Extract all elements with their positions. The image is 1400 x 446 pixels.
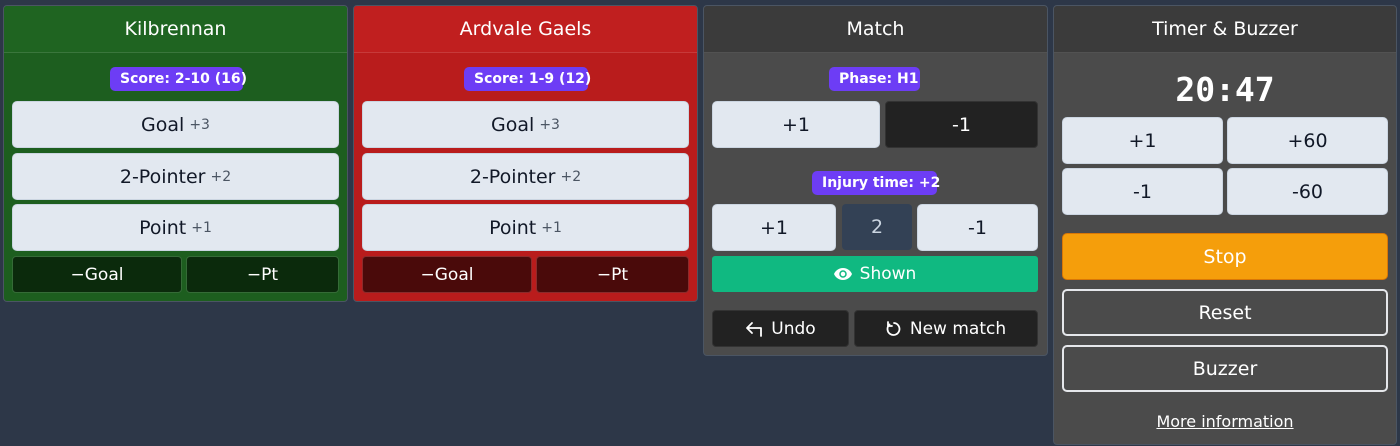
team-name: Ardvale Gaels xyxy=(354,6,697,53)
clock-display: 20:47 xyxy=(1175,70,1275,109)
two-pointer-points: +2 xyxy=(560,168,582,185)
eye-icon xyxy=(833,268,852,280)
panel-title: Match xyxy=(704,6,1047,53)
two-pointer-label: 2-Pointer xyxy=(469,165,556,188)
stop-button[interactable]: Stop xyxy=(1062,233,1388,280)
point-label: Point xyxy=(489,216,537,239)
team-panel-ardvale-gaels: Ardvale Gaels Score: 1-9 (12) Goal +3 2-P… xyxy=(353,5,698,302)
goal-label: Goal xyxy=(141,113,185,136)
team-name: Kilbrennan xyxy=(4,6,347,53)
goal-label: Goal xyxy=(491,113,535,136)
new-match-button[interactable]: New match xyxy=(854,310,1038,347)
timer-minus-1-button[interactable]: -1 xyxy=(1062,168,1223,215)
buzzer-button[interactable]: Buzzer xyxy=(1062,345,1388,392)
minus-goal-button[interactable]: −Goal xyxy=(12,256,182,293)
phase-badge: Phase: H1 xyxy=(829,67,920,91)
undo-label: Undo xyxy=(771,318,816,339)
reset-button[interactable]: Reset xyxy=(1062,289,1388,336)
point-label: Point xyxy=(139,216,187,239)
goal-points: +3 xyxy=(189,116,210,133)
timer-plus-60-button[interactable]: +60 xyxy=(1227,117,1388,164)
two-pointer-label: 2-Pointer xyxy=(119,165,206,188)
undo-arrow-icon xyxy=(746,321,763,337)
timer-panel: Timer & Buzzer 20:47 +1 +60 -1 -60 Stop … xyxy=(1053,5,1397,445)
minus-goal-button[interactable]: −Goal xyxy=(362,256,532,293)
shown-label: Shown xyxy=(859,264,917,284)
injury-minus-button[interactable]: -1 xyxy=(917,204,1038,251)
injury-time-value: 2 xyxy=(842,204,912,250)
minus-point-button[interactable]: −Pt xyxy=(536,256,689,293)
panel-title: Timer & Buzzer xyxy=(1054,6,1396,53)
shown-toggle-button[interactable]: Shown xyxy=(712,256,1038,292)
minus-point-button[interactable]: −Pt xyxy=(186,256,339,293)
undo-button[interactable]: Undo xyxy=(712,310,849,347)
point-points: +1 xyxy=(541,219,562,236)
timer-minus-60-button[interactable]: -60 xyxy=(1227,168,1388,215)
timer-plus-1-button[interactable]: +1 xyxy=(1062,117,1223,164)
more-information-link[interactable]: More information xyxy=(1054,412,1396,434)
two-pointer-button[interactable]: 2-Pointer +2 xyxy=(12,153,339,200)
match-panel: Match Phase: H1 +1 -1 Injury time: +2 +1… xyxy=(703,5,1048,356)
phase-minus-button[interactable]: -1 xyxy=(885,101,1038,148)
injury-time-badge: Injury time: +2 xyxy=(812,171,940,195)
new-match-label: New match xyxy=(909,318,1007,339)
score-badge: Score: 1-9 (12) xyxy=(464,67,591,91)
phase-plus-button[interactable]: +1 xyxy=(712,101,880,148)
two-pointer-points: +2 xyxy=(210,168,232,185)
two-pointer-button[interactable]: 2-Pointer +2 xyxy=(362,153,689,200)
goal-button[interactable]: Goal +3 xyxy=(12,101,339,148)
point-points: +1 xyxy=(191,219,212,236)
team-panel-kilbrennan: Kilbrennan Score: 2-10 (16) Goal +3 2-Poi… xyxy=(3,5,348,302)
goal-button[interactable]: Goal +3 xyxy=(362,101,689,148)
rotate-icon xyxy=(886,320,901,336)
point-button[interactable]: Point +1 xyxy=(12,204,339,251)
injury-plus-button[interactable]: +1 xyxy=(712,204,836,251)
goal-points: +3 xyxy=(539,116,560,133)
point-button[interactable]: Point +1 xyxy=(362,204,689,251)
score-badge: Score: 2-10 (16) xyxy=(110,67,247,91)
